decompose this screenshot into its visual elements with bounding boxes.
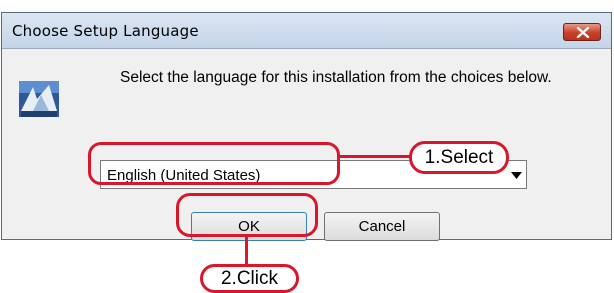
ok-button[interactable]: OK	[191, 212, 307, 241]
window-title: Choose Setup Language	[12, 22, 199, 40]
click-step-callout: 2.Click	[200, 264, 299, 293]
click-callout-connector	[245, 237, 248, 265]
select-step-callout: 1.Select	[409, 141, 509, 174]
setup-language-dialog: Choose Setup Language Select the languag…	[1, 12, 612, 241]
dropdown-arrow-button[interactable]	[508, 161, 526, 188]
setup-installer-icon	[19, 81, 59, 117]
chevron-down-icon	[511, 172, 522, 179]
title-bar: Choose Setup Language	[2, 13, 611, 49]
close-icon	[576, 27, 590, 38]
select-callout-connector	[340, 155, 410, 158]
cancel-button[interactable]: Cancel	[324, 212, 440, 241]
instruction-text: Select the language for this installatio…	[120, 69, 552, 86]
language-select-value: English (United States)	[107, 167, 261, 184]
close-button[interactable]	[563, 23, 601, 41]
